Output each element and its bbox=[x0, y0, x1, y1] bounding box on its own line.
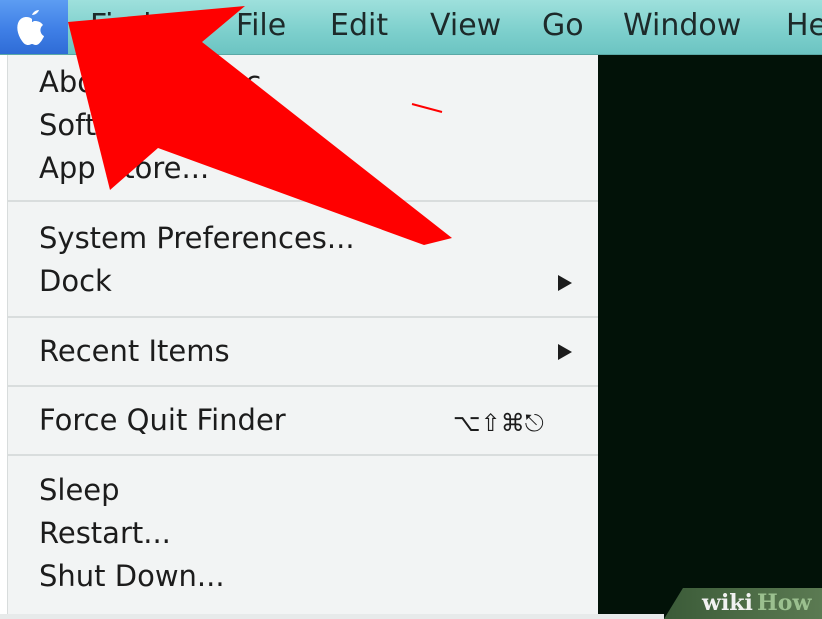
annotation-arrow bbox=[68, 6, 452, 245]
red-arrow-icon bbox=[68, 6, 452, 245]
red-mark-stroke bbox=[411, 103, 443, 113]
